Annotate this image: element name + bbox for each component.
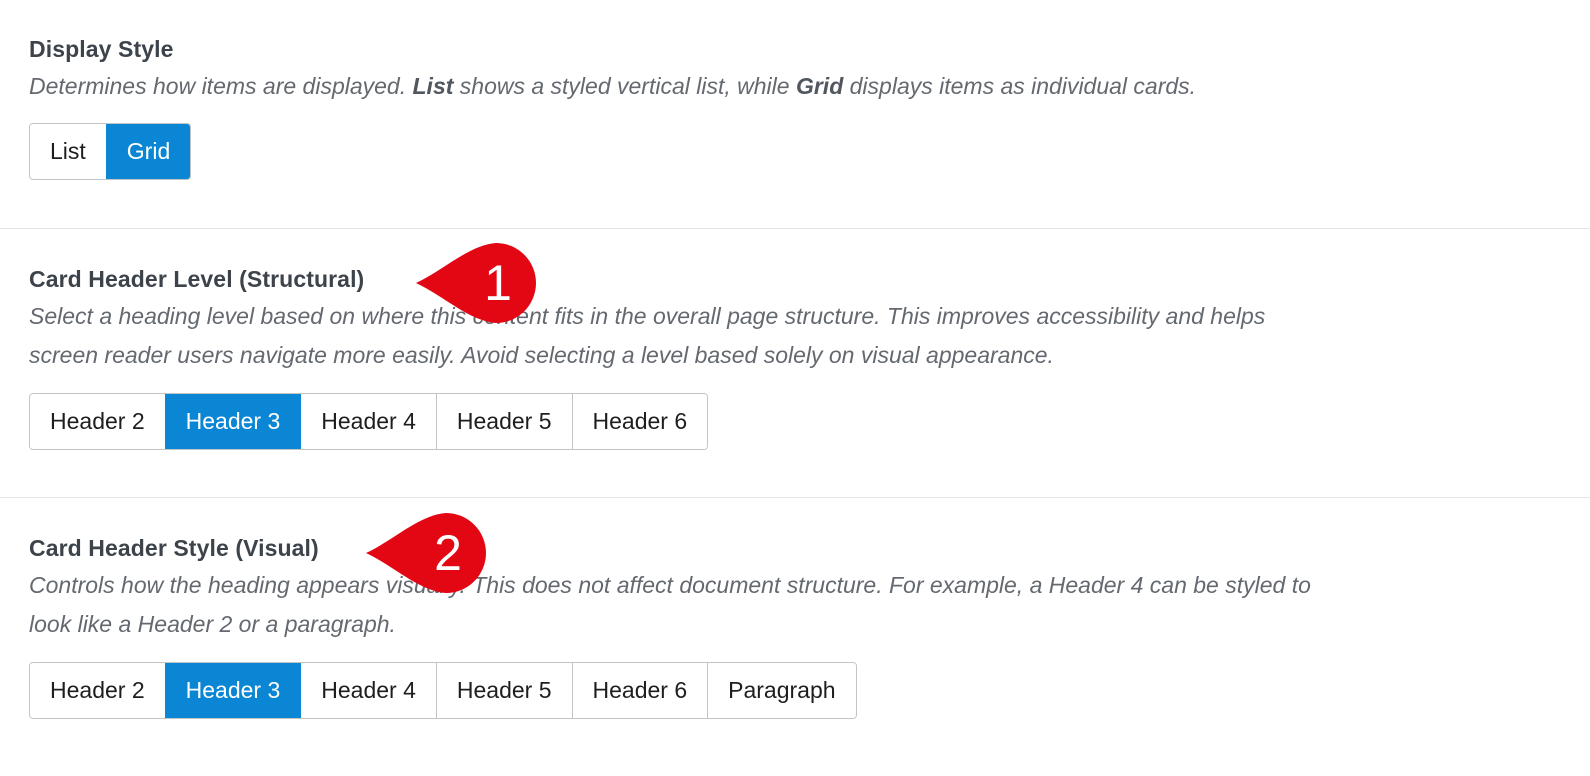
section-divider xyxy=(0,497,1590,498)
header-level-option-h3[interactable]: Header 3 xyxy=(164,394,301,449)
header-style-option-h6[interactable]: Header 6 xyxy=(571,663,708,718)
header-style-toggle-group: Header 2 Header 3 Header 4 Header 5 Head… xyxy=(29,662,857,719)
header-level-title: Card Header Level (Structural) xyxy=(29,266,365,292)
header-level-option-h2[interactable]: Header 2 xyxy=(30,394,165,449)
callout-marker-1: 1 xyxy=(414,240,542,326)
display-style-toggle-group: List Grid xyxy=(29,123,192,180)
list-option-button[interactable]: List xyxy=(30,124,106,179)
header-level-option-h4[interactable]: Header 4 xyxy=(300,394,436,449)
display-style-section: Display Style Determines how items are d… xyxy=(0,34,1590,180)
header-style-section: Card Header Style (Visual) Controls how … xyxy=(0,533,1590,719)
header-style-option-h5[interactable]: Header 5 xyxy=(435,663,572,718)
header-level-section: Card Header Level (Structural) Select a … xyxy=(0,264,1590,450)
callout-number: 2 xyxy=(434,525,462,581)
header-style-title: Card Header Style (Visual) xyxy=(29,535,319,561)
header-style-option-h2[interactable]: Header 2 xyxy=(30,663,165,718)
display-style-description: Determines how items are displayed. List… xyxy=(29,73,1197,99)
header-style-option-h4[interactable]: Header 4 xyxy=(300,663,436,718)
header-style-option-h3[interactable]: Header 3 xyxy=(164,663,301,718)
header-level-option-h5[interactable]: Header 5 xyxy=(435,394,572,449)
header-level-description: Select a heading level based on where th… xyxy=(29,303,1266,368)
header-level-option-h6[interactable]: Header 6 xyxy=(571,394,708,449)
header-level-toggle-group: Header 2 Header 3 Header 4 Header 5 Head… xyxy=(29,393,709,450)
header-style-description: Controls how the heading appears visuall… xyxy=(29,572,1311,637)
callout-number: 1 xyxy=(484,255,512,311)
callout-marker-2: 2 xyxy=(364,510,492,596)
header-style-option-paragraph[interactable]: Paragraph xyxy=(707,663,856,718)
grid-option-button[interactable]: Grid xyxy=(105,124,191,179)
display-style-title: Display Style xyxy=(29,36,174,62)
section-divider xyxy=(0,228,1590,229)
